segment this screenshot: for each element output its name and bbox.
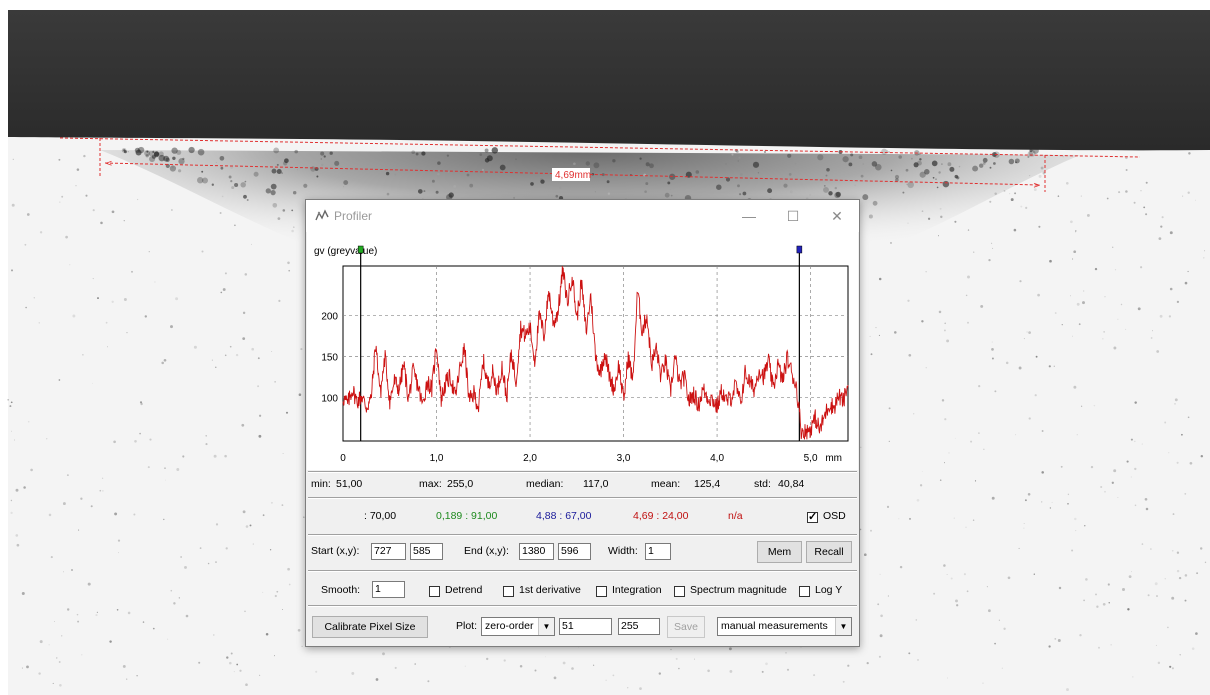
log-y-checkbox[interactable] (799, 586, 810, 597)
max-value: 255,0 (447, 478, 474, 490)
readout-value-5: n/a (728, 510, 743, 522)
left-arrow-icon: < (105, 159, 113, 169)
readout-value-1: : 70,00 (364, 510, 397, 522)
end-label: End (x,y): (464, 545, 509, 557)
profile-plot[interactable]: gv (greyvalue) 0 1,0 2,0 3,0 4,0 5,0 100 150 200… (307, 232, 858, 470)
close-icon: ✕ (831, 208, 843, 224)
median-value: 117,0 (583, 478, 609, 490)
log-y-label: Log Y (815, 584, 843, 596)
mem-button[interactable]: Mem (757, 541, 802, 563)
mean-label: mean: (651, 478, 681, 490)
x-tick-label: 3,0 (617, 453, 631, 464)
spectrum-magnitude-checkbox[interactable] (674, 586, 685, 597)
calibrate-pixel-size-button[interactable]: Calibrate Pixel Size (312, 616, 428, 638)
smooth-input[interactable]: 1 (372, 581, 405, 598)
measurement-label: 4,69mm (555, 170, 591, 181)
plot-mode-value: zero-order (485, 620, 534, 632)
y-tick-label: 100 (321, 393, 338, 404)
x-axis-unit-label: mm (825, 453, 842, 464)
right-arrow-icon: > (1033, 181, 1041, 191)
median-label: median: (526, 478, 564, 490)
integration-checkbox[interactable] (596, 586, 607, 597)
range-min-input[interactable]: 51 (559, 618, 612, 635)
x-tick-label: 0 (340, 453, 346, 464)
recall-button[interactable]: Recall (806, 541, 852, 563)
osd-label: OSD (823, 510, 846, 522)
end-x-input[interactable]: 1380 (519, 543, 554, 560)
dark-surface-region (8, 10, 1210, 151)
x-tick-label: 1,0 (430, 453, 444, 464)
std-label: std: (754, 478, 771, 490)
y-tick-label: 150 (321, 352, 338, 363)
first-derivative-label: 1st derivative (519, 584, 581, 596)
x-tick-label: 4,0 (710, 453, 724, 464)
start-label: Start (x,y): (311, 545, 360, 557)
spectrum-magnitude-label: Spectrum magnitude (690, 584, 787, 596)
separator (308, 471, 857, 473)
first-derivative-checkbox[interactable] (503, 586, 514, 597)
readout-value-4: 4,69 : 24,00 (633, 510, 689, 522)
width-label: Width: (608, 545, 638, 557)
separator (308, 534, 857, 536)
min-label: min: (311, 478, 331, 490)
detrend-label: Detrend (445, 584, 483, 596)
end-y-input[interactable]: 596 (558, 543, 591, 560)
minimize-button[interactable]: — (729, 200, 769, 232)
plot-label: Plot: (456, 620, 478, 632)
cursor-marker-1 (357, 245, 364, 254)
maximize-icon: ☐ (786, 208, 800, 224)
plot-mode-select[interactable]: zero-order ▼ (481, 617, 555, 636)
mean-value: 125,4 (694, 478, 721, 490)
title-bar[interactable]: Profiler — ☐ ✕ (306, 200, 859, 232)
window-title: Profiler (334, 209, 373, 223)
cursor-marker-2 (796, 245, 803, 254)
detrend-checkbox[interactable] (429, 586, 440, 597)
separator (308, 605, 857, 607)
start-x-input[interactable]: 727 (371, 543, 406, 560)
measurement-mode-value: manual measurements (721, 620, 828, 632)
chevron-down-icon: ▼ (835, 618, 851, 635)
chevron-down-icon: ▼ (538, 618, 554, 635)
separator (308, 497, 857, 499)
readout-value-2: 0,189 : 91,00 (436, 510, 498, 522)
y-tick-label: 200 (321, 311, 338, 322)
range-max-input[interactable]: 255 (618, 618, 660, 635)
profile-chart[interactable]: 0 1,0 2,0 3,0 4,0 5,0 100 150 200 mm (307, 232, 858, 470)
max-label: max: (419, 478, 442, 490)
x-tick-label: 5,0 (804, 453, 818, 464)
min-value: 51,00 (336, 478, 363, 490)
profiler-app-icon (315, 209, 329, 221)
close-button[interactable]: ✕ (817, 200, 857, 232)
start-y-input[interactable]: 585 (410, 543, 443, 560)
width-input[interactable]: 1 (645, 543, 671, 560)
x-tick-label: 2,0 (523, 453, 537, 464)
maximize-button[interactable]: ☐ (773, 200, 813, 232)
save-button[interactable]: Save (667, 616, 705, 638)
std-value: 40,84 (778, 478, 805, 490)
smooth-label: Smooth: (321, 584, 361, 596)
integration-label: Integration (612, 584, 662, 596)
readout-value-3: 4,88 : 67,00 (536, 510, 592, 522)
minimize-icon: — (742, 208, 756, 224)
screen: < > 4,69mm Profiler — ☐ ✕ gv (greyvalue)… (0, 0, 1210, 695)
osd-checkbox[interactable] (807, 510, 818, 523)
separator (308, 570, 857, 572)
profiler-window: Profiler — ☐ ✕ gv (greyvalue) 0 1,0 2,0 3,0… (305, 199, 860, 647)
measurement-mode-select[interactable]: manual measurements ▼ (717, 617, 852, 636)
